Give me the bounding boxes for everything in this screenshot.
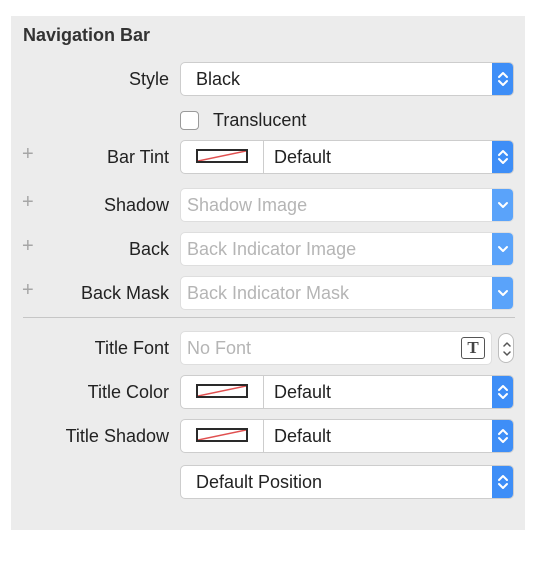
navigation-bar-inspector: Navigation Bar Style Black Translucent +… [11, 16, 525, 530]
plus-icon[interactable]: + [22, 191, 34, 214]
style-label: Style [128, 69, 169, 89]
back-placeholder: Back Indicator Image [187, 239, 357, 259]
title-font-label: Title Font [94, 338, 169, 358]
plus-icon[interactable]: + [22, 235, 34, 258]
title-color-value: Default [274, 382, 332, 402]
shadow-placeholder: Shadow Image [187, 195, 308, 215]
plus-icon[interactable]: + [22, 143, 34, 166]
title-shadow-popup[interactable]: Default [180, 419, 514, 453]
section-title: Navigation Bar [23, 25, 151, 45]
back-indicator-mask-combo[interactable]: Back Indicator Mask [180, 276, 514, 310]
position-value: Default Position [196, 472, 323, 492]
bar-tint-value: Default [274, 147, 332, 167]
title-font-row: Title Font No Font T [11, 331, 525, 365]
font-size-stepper[interactable] [498, 333, 514, 363]
up-down-chevrons-icon [492, 466, 513, 498]
bar-tint-color-popup[interactable]: Default [180, 140, 514, 174]
chevron-down-icon[interactable] [492, 277, 513, 309]
chevron-down-icon[interactable] [492, 233, 513, 265]
title-shadow-label: Title Shadow [65, 426, 169, 446]
up-down-chevrons-icon [492, 63, 513, 95]
translucent-checkbox[interactable] [180, 111, 199, 130]
color-swatch-default-icon [196, 149, 248, 163]
back-mask-placeholder: Back Indicator Mask [187, 283, 350, 303]
title-color-row: Title Color Default [11, 375, 525, 409]
up-down-chevrons-icon [492, 376, 513, 408]
translucent-row: Translucent [11, 106, 525, 136]
bar-tint-row: + Bar Tint Default [11, 140, 525, 174]
back-mask-row: + Back Mask Back Indicator Mask [11, 276, 525, 310]
shadow-image-combo[interactable]: Shadow Image [180, 188, 514, 222]
up-down-chevrons-icon [492, 141, 513, 173]
color-swatch[interactable] [181, 420, 264, 452]
back-row: + Back Back Indicator Image [11, 232, 525, 266]
style-value: Black [196, 69, 241, 89]
translucent-label[interactable]: Translucent [213, 110, 306, 131]
color-swatch[interactable] [181, 376, 264, 408]
back-mask-label: Back Mask [80, 283, 169, 303]
back-label: Back [128, 239, 169, 259]
title-color-label: Title Color [87, 382, 169, 402]
shadow-label: Shadow [103, 195, 169, 215]
color-swatch-default-icon [196, 428, 248, 442]
plus-icon[interactable]: + [22, 279, 34, 302]
back-indicator-combo[interactable]: Back Indicator Image [180, 232, 514, 266]
position-row: Default Position [11, 465, 525, 499]
title-shadow-row: Title Shadow Default [11, 419, 525, 453]
section-divider [23, 317, 515, 318]
title-font-placeholder: No Font [187, 338, 252, 358]
up-down-chevrons-icon [492, 420, 513, 452]
style-row: Style Black [11, 62, 525, 96]
title-font-field[interactable]: No Font T [180, 331, 492, 365]
font-picker-icon[interactable]: T [461, 337, 485, 359]
style-popup[interactable]: Black [180, 62, 514, 96]
color-swatch[interactable] [181, 141, 264, 173]
title-color-popup[interactable]: Default [180, 375, 514, 409]
title-shadow-value: Default [274, 426, 332, 446]
title-position-popup[interactable]: Default Position [180, 465, 514, 499]
color-swatch-default-icon [196, 384, 248, 398]
bar-tint-label: Bar Tint [106, 147, 169, 167]
shadow-row: + Shadow Shadow Image [11, 188, 525, 222]
chevron-down-icon[interactable] [492, 189, 513, 221]
